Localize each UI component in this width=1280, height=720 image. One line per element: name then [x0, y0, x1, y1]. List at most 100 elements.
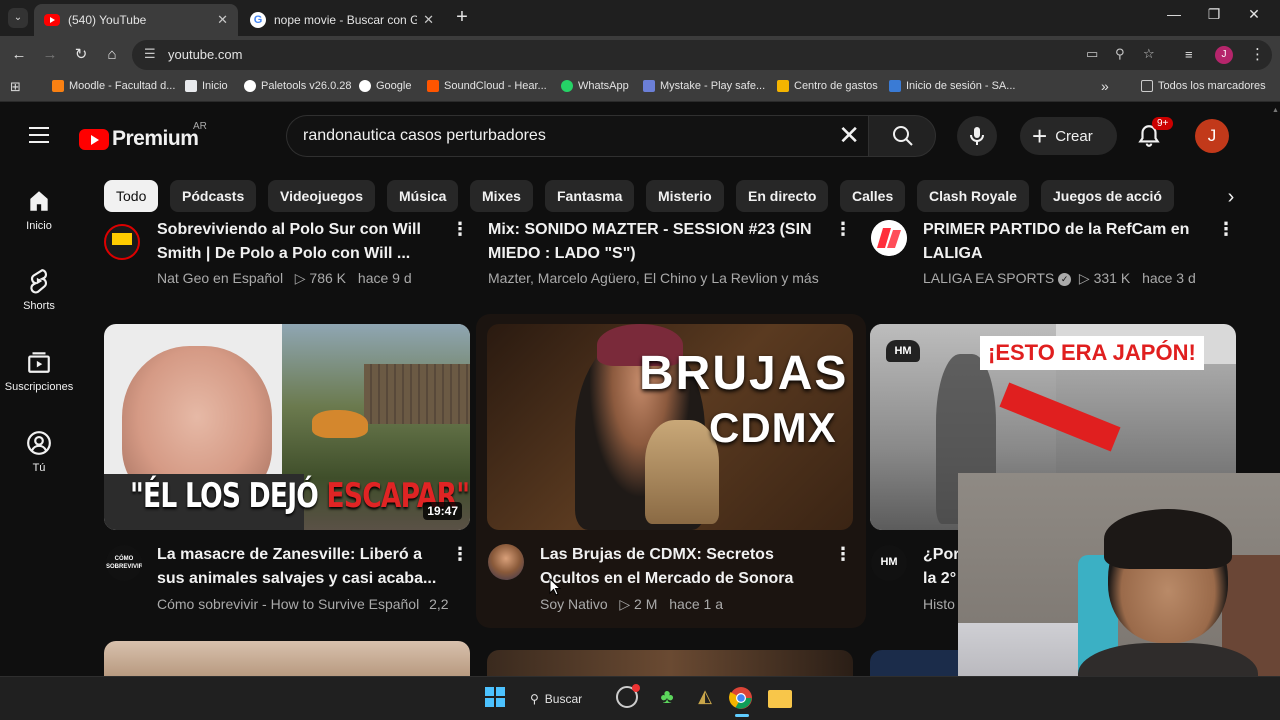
guide-item-shorts[interactable]: Shorts [0, 268, 78, 312]
forward-icon[interactable]: → [40, 45, 60, 65]
chip-misterio[interactable]: Misterio [646, 180, 724, 212]
chip-fantasma[interactable]: Fantasma [545, 180, 635, 212]
google-favicon-icon: G [250, 12, 266, 28]
bookmark-item[interactable]: WhatsApp [561, 80, 629, 92]
home-browser-icon[interactable]: ⌂ [102, 45, 122, 65]
channel-name[interactable]: Cómo sobrevivir - How to Survive Español [157, 596, 419, 612]
channel-name[interactable]: LALIGA EA SPORTS [923, 270, 1054, 286]
voice-search-button[interactable] [957, 116, 997, 156]
video-thumbnail[interactable]: "ÉL LOS DEJÓ ESCAPAR" 19:47 [104, 324, 470, 530]
browser-menu-icon[interactable]: ⋮ [1250, 45, 1265, 63]
avatar[interactable]: J [1195, 119, 1229, 153]
video-title[interactable]: PRIMER PARTIDO de la RefCam en LALIGA [923, 218, 1213, 266]
video-thumbnail-partial[interactable] [104, 641, 470, 676]
channel-name[interactable]: Nat Geo en Español [157, 270, 283, 286]
paletools-icon [244, 80, 256, 92]
channel-avatar[interactable] [488, 544, 524, 580]
all-bookmarks-folder[interactable]: Todos los marcadores [1141, 80, 1266, 92]
back-icon[interactable]: ← [9, 45, 29, 65]
create-button[interactable]: + Crear [1020, 117, 1117, 155]
search-button[interactable] [868, 115, 936, 157]
folder-icon [1141, 80, 1153, 92]
omnibox[interactable]: ☰ youtube.com ▭ ⚲ ☆ [132, 40, 1272, 70]
bookmark-item[interactable]: SoundCloud - Hear... [427, 80, 547, 92]
video-title[interactable]: Las Brujas de CDMX: Secretos Ocultos en … [540, 543, 830, 591]
video-meta: Soy Nativo ▷ 2 M hace 1 a [540, 596, 723, 613]
guide-item-you[interactable]: Tú [0, 430, 78, 474]
profile-icon[interactable]: J [1215, 46, 1233, 64]
more-options-icon[interactable]: ⋮ [451, 544, 470, 565]
file-explorer-icon[interactable] [768, 686, 794, 712]
reload-icon[interactable]: ↻ [71, 45, 91, 65]
taskbar-search[interactable]: ⚲ Buscar [530, 686, 594, 712]
more-options-icon[interactable]: ⋮ [834, 544, 853, 565]
bookmark-item[interactable]: Centro de gastos [777, 80, 878, 92]
youtube-premium-logo[interactable]: Premium AR [79, 121, 207, 151]
video-title[interactable]: Sobreviviendo al Polo Sur con Will Smith… [157, 218, 437, 266]
tab-search-dropdown[interactable]: ⌄ [8, 8, 28, 28]
chip-todo[interactable]: Todo [104, 180, 159, 212]
more-options-icon[interactable]: ⋮ [451, 219, 470, 240]
channel-avatar[interactable] [871, 220, 907, 256]
search-input[interactable]: randonautica casos perturbadores ✕ [286, 115, 868, 157]
zoom-icon[interactable]: ⚲ [1115, 46, 1125, 62]
guide-item-home[interactable]: Inicio [0, 188, 78, 232]
tab-youtube[interactable]: (540) YouTube ✕ [34, 4, 238, 36]
more-options-icon[interactable]: ⋮ [834, 219, 853, 240]
channel-avatar[interactable] [104, 224, 140, 260]
windows-start-icon[interactable] [484, 686, 510, 712]
close-icon[interactable]: ✕ [423, 12, 434, 28]
minimize-icon[interactable]: — [1154, 6, 1194, 22]
scrollbar-up-icon[interactable]: ▲ [1272, 107, 1279, 114]
video-title[interactable]: ¿Por la 2° [923, 543, 963, 591]
bookmark-label: WhatsApp [578, 80, 629, 92]
chip-calles[interactable]: Calles [840, 180, 906, 212]
chip-juegos-accion[interactable]: Juegos de acció [1041, 180, 1174, 212]
age: hace 1 a [669, 596, 723, 612]
channel-name[interactable]: Mazter, Marcelo Agüero, El Chino y La Re… [488, 270, 819, 286]
widgets-icon[interactable] [616, 684, 642, 712]
channel-avatar[interactable]: HM [871, 545, 907, 581]
video-thumbnail-partial[interactable] [870, 650, 960, 676]
chip-podcasts[interactable]: Pódcasts [170, 180, 257, 212]
bookmark-item[interactable]: Google [359, 80, 411, 92]
window-close-icon[interactable]: ✕ [1234, 6, 1274, 23]
chip-en-directo[interactable]: En directo [736, 180, 829, 212]
tab-google[interactable]: G nope movie - Buscar con Googl ✕ [240, 4, 444, 36]
verified-icon: ✓ [1058, 272, 1072, 286]
app-lol-icon[interactable]: ◭ [692, 686, 718, 712]
bookmark-item[interactable]: Mystake - Play safe... [643, 80, 765, 92]
chevron-right-icon[interactable]: › [1215, 183, 1247, 211]
channel-avatar[interactable]: CÓMO SOBREVIVIR [106, 545, 142, 581]
chip-mixes[interactable]: Mixes [470, 180, 533, 212]
notifications-button[interactable]: 9+ [1136, 117, 1174, 151]
site-info-icon[interactable]: ☰ [144, 46, 156, 62]
chrome-icon[interactable] [729, 686, 755, 717]
hamburger-menu-icon[interactable] [29, 127, 49, 143]
new-tab-button[interactable]: + [452, 6, 472, 28]
video-thumbnail[interactable]: BRUJAS CDMX [487, 324, 853, 530]
media-controls-icon[interactable]: ≡ [1185, 47, 1193, 62]
more-options-icon[interactable]: ⋮ [1217, 219, 1236, 240]
apps-icon[interactable]: ⊞ [10, 79, 21, 95]
chip-videojuegos[interactable]: Videojuegos [268, 180, 375, 212]
clear-search-icon[interactable]: ✕ [838, 122, 860, 148]
more-bookmarks-icon[interactable]: » [1101, 78, 1109, 94]
bookmark-item[interactable]: Moodle - Facultad d... [52, 80, 175, 92]
app-tree-icon[interactable]: ♣ [654, 686, 680, 712]
chip-musica[interactable]: Música [387, 180, 459, 212]
chip-clash-royale[interactable]: Clash Royale [917, 180, 1029, 212]
install-app-icon[interactable]: ▭ [1086, 46, 1098, 62]
channel-name[interactable]: Histo [923, 596, 955, 612]
close-icon[interactable]: ✕ [217, 12, 228, 28]
bookmark-star-icon[interactable]: ☆ [1143, 46, 1155, 62]
bookmark-item[interactable]: Paletools v26.0.28 [244, 80, 352, 92]
bookmark-item[interactable]: Inicio de sesión - SA... [889, 80, 1015, 92]
bookmark-item[interactable]: Inicio [185, 80, 228, 92]
video-title[interactable]: Mix: SONIDO MAZTER - SESSION #23 (SIN MI… [488, 218, 833, 266]
views-icon: ▷ [1075, 270, 1094, 286]
restore-icon[interactable]: ❐ [1194, 6, 1234, 23]
video-title[interactable]: La masacre de Zanesville: Liberó a sus a… [157, 543, 447, 591]
video-thumbnail-partial[interactable] [487, 650, 853, 676]
guide-item-subscriptions[interactable]: Suscripciones [0, 349, 78, 393]
